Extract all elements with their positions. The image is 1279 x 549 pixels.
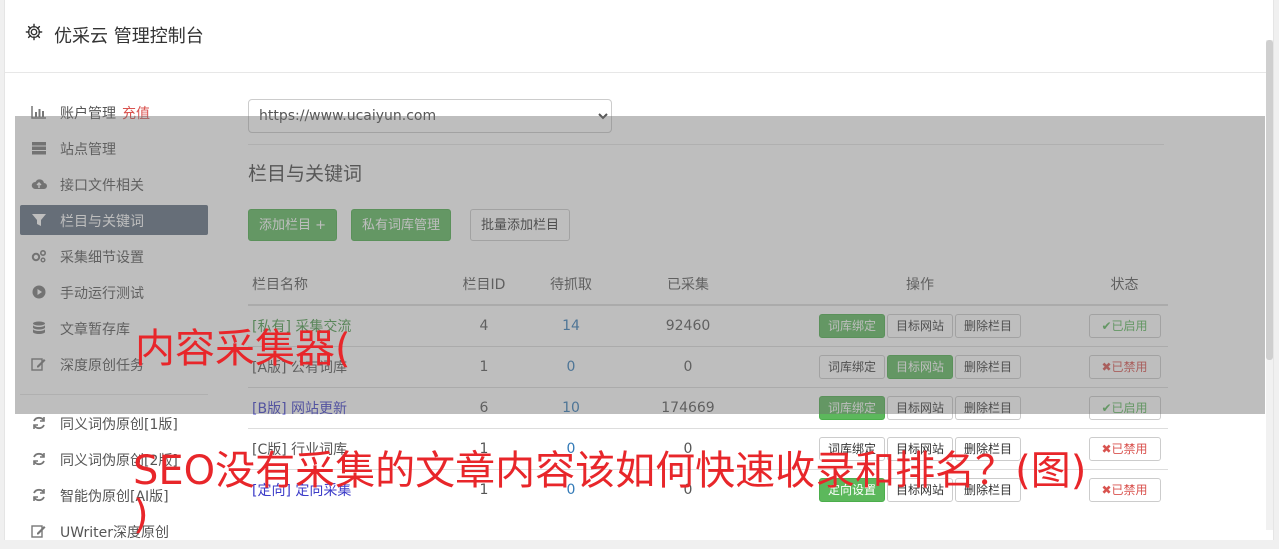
collected-count: 174669 [617, 387, 759, 429]
column-header: 已采集 [617, 264, 759, 306]
sidebar-item-interface-files[interactable]: 接口文件相关 [20, 166, 210, 202]
section-title: 栏目与关键词 [248, 163, 363, 185]
column-header: 待抓取 [525, 264, 617, 306]
sidebar-item-label: 文章暂存库 [60, 322, 130, 338]
column-header: 栏目ID [443, 264, 525, 306]
column-id: 4 [443, 304, 525, 347]
sidebar-item-manual-run[interactable]: 手动运行测试 [20, 274, 210, 310]
refresh-icon [31, 488, 47, 502]
edit-icon [31, 357, 47, 371]
sidebar-item-label: 同义词伪原创[1版] [60, 417, 178, 433]
watermark-text-1: 内容采集器( [135, 326, 351, 372]
play-circle-icon [31, 285, 47, 299]
private-lexicon-button[interactable]: 私有词库管理 [351, 209, 452, 241]
sidebar-item-uwriter[interactable]: UWriter深度原创 [20, 513, 210, 549]
status-badge[interactable]: ✔已启用 [1088, 314, 1161, 338]
sidebar-item-columns-keywords[interactable]: 栏目与关键词 [20, 205, 208, 235]
add-column-button[interactable]: 添加栏目 + [248, 209, 338, 241]
target-site-button[interactable]: 目标网站 [886, 396, 953, 420]
lexicon-bind-button[interactable]: 词库绑定 [818, 314, 885, 338]
status-badge[interactable]: ✔已启用 [1088, 396, 1161, 420]
sidebar-item-label: 账户管理 [60, 106, 116, 122]
target-site-button[interactable]: 目标网站 [886, 355, 953, 379]
sidebar-item-sites[interactable]: 站点管理 [20, 130, 210, 166]
sidebar-item-label: 手动运行测试 [60, 286, 144, 302]
recharge-link[interactable]: 充值 [122, 106, 150, 122]
sidebar-item-label: 栏目与关键词 [60, 214, 144, 230]
batch-add-column-button[interactable]: 批量添加栏目 [470, 209, 571, 241]
table-header-row: 栏目名称 栏目ID 待抓取 已采集 操作 状态 [248, 264, 1168, 306]
column-header: 操作 [759, 264, 1081, 306]
column-header: 栏目名称 [248, 264, 443, 306]
target-site-button[interactable]: 目标网站 [886, 314, 953, 338]
edit-icon [31, 524, 47, 538]
collected-count: 0 [617, 346, 759, 388]
collected-count: 92460 [617, 304, 759, 347]
sidebar-item-label: 采集细节设置 [60, 250, 144, 266]
sidebar-item-label: UWriter深度原创 [60, 525, 169, 541]
delete-column-button[interactable]: 删除栏目 [955, 355, 1022, 379]
sidebar-item-label: 站点管理 [60, 142, 116, 158]
pending-count-link[interactable]: 0 [567, 359, 576, 375]
sidebar-item-synonym-v1[interactable]: 同义词伪原创[1版] [20, 405, 210, 441]
sidebar-item-label: 深度原创任务 [60, 358, 144, 374]
column-header: 状态 [1081, 264, 1168, 306]
server-icon [31, 141, 47, 155]
pending-count-link[interactable]: 14 [562, 318, 580, 334]
filter-icon [31, 213, 47, 227]
column-id: 6 [443, 387, 525, 429]
scrollbar-thumb[interactable] [1266, 40, 1273, 360]
lexicon-bind-button[interactable]: 词库绑定 [818, 355, 885, 379]
column-id: 1 [443, 346, 525, 388]
table-row: [私有] 采集交流 4 14 92460 词库绑定 目标网站 删除栏目 ✔已启用 [248, 304, 1168, 347]
scrollbar[interactable] [1266, 40, 1273, 530]
status-badge[interactable]: ✖已禁用 [1088, 355, 1161, 379]
delete-column-button[interactable]: 删除栏目 [955, 314, 1022, 338]
cloud-upload-icon [31, 177, 47, 191]
refresh-icon [31, 416, 47, 430]
bar-chart-icon [31, 105, 47, 119]
watermark-text-2: SEO没有采集的文章内容该如何快速收录和排名？(图) [133, 448, 1087, 494]
sidebar-divider [20, 394, 208, 395]
sidebar-item-label: 接口文件相关 [60, 178, 144, 194]
header-bar: 优采云 管理控制台 [5, 0, 1273, 73]
cogs-icon [31, 249, 47, 263]
sidebar-item-account[interactable]: 账户管理 充值 [20, 94, 210, 130]
divider [248, 144, 1164, 145]
gear-icon [25, 23, 43, 41]
database-icon [31, 321, 47, 335]
table-row: [A版] 公有词库 1 0 0 词库绑定 目标网站 删除栏目 ✖已禁用 [248, 346, 1168, 388]
table-row: [B版] 网站更新 6 10 174669 词库绑定 目标网站 删除栏目 ✔已启用 [248, 387, 1168, 429]
pending-count-link[interactable]: 10 [562, 400, 580, 416]
site-select[interactable]: https://www.ucaiyun.com [248, 99, 612, 133]
refresh-icon [31, 452, 47, 466]
status-badge[interactable]: ✖已禁用 [1088, 437, 1161, 461]
page-title: 优采云 管理控制台 [54, 26, 204, 47]
delete-column-button[interactable]: 删除栏目 [955, 396, 1022, 420]
lexicon-bind-button[interactable]: 词库绑定 [818, 396, 885, 420]
watermark-text-3: ) [133, 492, 149, 538]
status-badge[interactable]: ✖已禁用 [1088, 478, 1161, 502]
column-name-link[interactable]: [B版] 网站更新 [252, 401, 347, 417]
sidebar-item-collect-settings[interactable]: 采集细节设置 [20, 238, 210, 274]
